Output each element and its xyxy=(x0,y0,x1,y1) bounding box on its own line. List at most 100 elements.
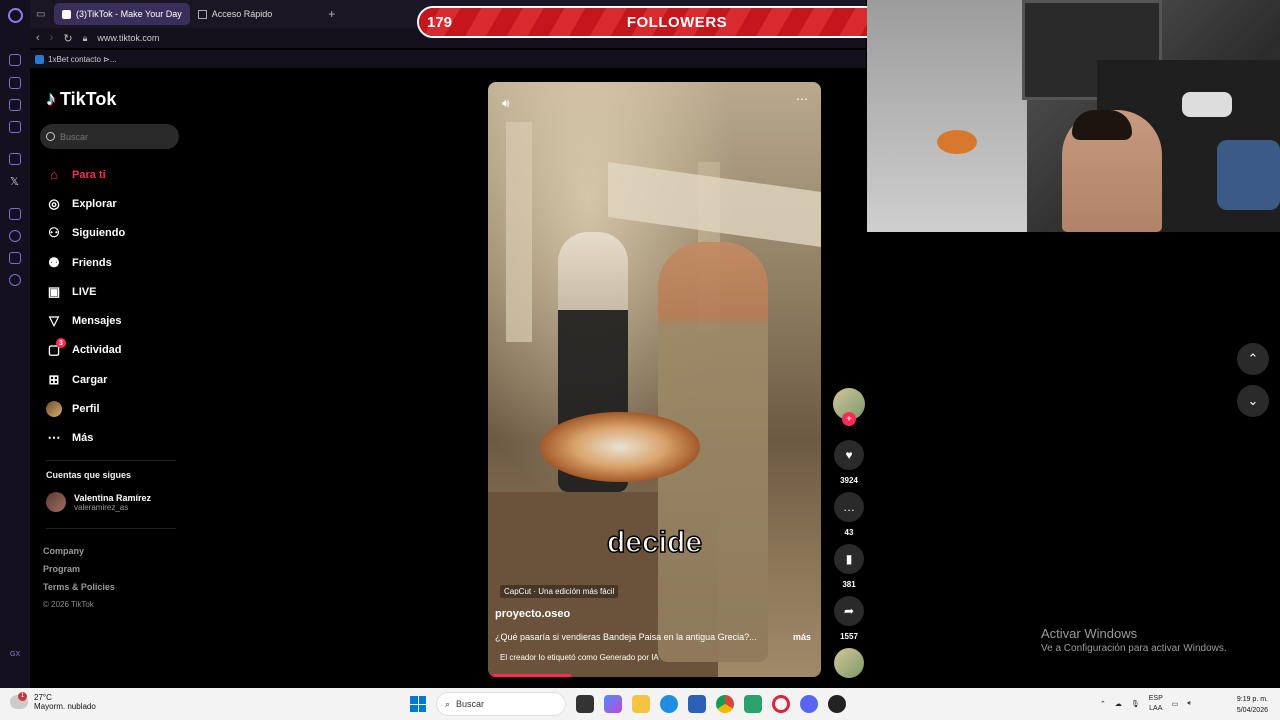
tiktok-favicon-icon xyxy=(62,9,71,19)
footer-link-program[interactable]: Program xyxy=(43,560,115,578)
discord-icon[interactable] xyxy=(800,695,818,713)
sidebar-bag-icon[interactable] xyxy=(9,77,21,89)
following-handle: valeramirez_as xyxy=(74,502,129,512)
comment-button[interactable]: … 43 xyxy=(832,492,866,537)
nav-explorar[interactable]: ◎ Explorar xyxy=(46,189,186,218)
tab-tiktok[interactable]: (3)TikTok - Make Your Day xyxy=(54,3,190,25)
tab-label: Acceso Rápido xyxy=(211,9,273,19)
microphone-icon[interactable]: 🎙︎ xyxy=(1131,700,1140,708)
home-icon: ⌂ xyxy=(50,167,58,183)
nav-label: Siguiendo xyxy=(72,227,126,240)
forward-icon[interactable]: › xyxy=(50,32,54,44)
weather-desc: Mayorm. nublado xyxy=(34,702,96,711)
webcam-person-hair xyxy=(1072,110,1132,140)
tab-islands-icon[interactable]: ▭ xyxy=(36,9,54,20)
share-button[interactable]: ➦ 1557 xyxy=(832,596,866,641)
network-tray-icon[interactable]: ☁ xyxy=(1115,700,1122,708)
nav-label: Actividad xyxy=(72,344,122,357)
url-field[interactable]: www.tiktok.com xyxy=(97,33,159,43)
following-item[interactable]: Valentina Ramírez valeramirez_as xyxy=(46,492,151,512)
video-progress-bar[interactable] xyxy=(488,674,572,677)
volume-icon[interactable]: 🔉︎ xyxy=(1187,700,1191,708)
sidebar-gx-icon[interactable]: GX xyxy=(10,651,20,658)
clock[interactable]: 9:19 p. m. 5/04/2026 xyxy=(1228,694,1268,716)
lang-code: ESP xyxy=(1148,695,1163,702)
more-description-button[interactable]: más xyxy=(793,632,811,642)
activate-windows-watermark: Activar Windows Ve a Configuración para … xyxy=(1041,626,1227,654)
nav-label: Explorar xyxy=(72,197,117,210)
sidebar-cube-icon[interactable] xyxy=(9,252,21,264)
windows-start-icon[interactable] xyxy=(410,696,426,712)
nav-label: Mensajes xyxy=(72,315,122,328)
next-video-button[interactable]: ⌄ xyxy=(1237,385,1269,417)
sidebar-speed-dial-icon[interactable] xyxy=(9,54,21,66)
search-box[interactable] xyxy=(40,124,179,149)
nav-siguiendo[interactable]: ⚇ Siguiendo xyxy=(46,219,186,248)
nav-live[interactable]: ▣ LIVE xyxy=(46,277,186,306)
spreadsheet-icon[interactable] xyxy=(744,695,762,713)
copilot-icon[interactable] xyxy=(604,695,622,713)
like-button[interactable]: ♥ 3924 xyxy=(832,440,866,485)
nav-cargar[interactable]: ⊞ Cargar xyxy=(46,365,186,394)
weather-widget[interactable]: 1 27°C Mayorm. nublado xyxy=(10,692,96,711)
more-icon: ⋯ xyxy=(47,430,61,446)
tab-acceso-rapido[interactable]: Acceso Rápido xyxy=(190,3,281,25)
sidebar-x-icon[interactable]: 𝕏 xyxy=(10,175,19,188)
search-input[interactable] xyxy=(60,131,170,142)
capcut-tag[interactable]: CapCut · Una edición más fácil xyxy=(500,585,619,598)
opera-gx-icon[interactable] xyxy=(772,695,790,713)
search-icon: ⌕ xyxy=(445,698,451,709)
author-avatar-button[interactable]: + xyxy=(832,388,866,426)
save-button[interactable]: ▮ 381 xyxy=(832,544,866,589)
lang-layout: LAA xyxy=(1149,705,1163,712)
footer-links: Company Program Terms & Policies © 2026 … xyxy=(43,542,115,614)
previous-video-button[interactable]: ⌃ xyxy=(1237,343,1269,375)
back-icon[interactable]: ‹ xyxy=(36,32,40,44)
new-tab-icon[interactable]: + xyxy=(328,7,335,21)
ai-generated-label: El creador lo etiquetó como Generado por… xyxy=(500,653,659,662)
footer-link-company[interactable]: Company xyxy=(43,542,115,560)
opera-logo-icon[interactable] xyxy=(8,8,23,23)
monitor-icon[interactable]: ▭ xyxy=(1172,700,1179,708)
bookmark-item[interactable]: 1xBet contacto ⊳... xyxy=(48,55,117,64)
language-indicator[interactable]: ESP LAA xyxy=(1149,694,1163,714)
store-icon[interactable] xyxy=(688,695,706,713)
more-options-icon[interactable]: ⋯ xyxy=(796,92,809,106)
taskbar-search[interactable]: ⌕ Buscar xyxy=(436,692,566,716)
video-player[interactable]: 🔊︎ ⋯ decide CapCut · Una edición más fác… xyxy=(488,82,821,677)
nav-actividad[interactable]: ▢ 3 Actividad xyxy=(46,336,186,365)
chevron-up-icon[interactable]: ⌃ xyxy=(1100,700,1106,708)
nav-friends[interactable]: ⚉ Friends xyxy=(46,248,186,277)
tab-label: (3)TikTok - Make Your Day xyxy=(76,9,182,19)
bookmark-favicon-icon xyxy=(35,54,44,64)
nav-mensajes[interactable]: ▽ Mensajes xyxy=(46,306,186,335)
activity-badge: 3 xyxy=(56,338,66,349)
footer-link-terms[interactable]: Terms & Policies xyxy=(43,578,115,596)
music-disc-icon[interactable] xyxy=(834,648,864,678)
follow-plus-icon[interactable]: + xyxy=(842,412,856,426)
sidebar-history-icon[interactable] xyxy=(9,230,21,242)
reload-icon[interactable]: ↻ xyxy=(63,32,72,45)
heart-icon: ♥ xyxy=(834,440,864,470)
edge-icon[interactable] xyxy=(660,695,678,713)
sidebar-m-icon[interactable] xyxy=(9,121,21,133)
volume-icon[interactable]: 🔊︎ xyxy=(502,96,510,111)
sidebar-settings-icon[interactable] xyxy=(9,274,21,286)
tiktok-logo[interactable]: ♪ TikTok xyxy=(46,88,116,111)
video-author[interactable]: proyecto.oseo xyxy=(495,608,570,620)
sidebar-twitch-icon[interactable] xyxy=(9,153,21,165)
nav-mas[interactable]: ⋯ Más xyxy=(46,424,186,453)
sidebar-music-icon[interactable] xyxy=(9,208,21,220)
app-icon[interactable] xyxy=(828,695,846,713)
webcam-overlay xyxy=(867,0,1280,232)
nav-label: Perfil xyxy=(72,403,100,416)
nav-para-ti[interactable]: ⌂ Para ti xyxy=(46,160,186,189)
taskbar: 1 27°C Mayorm. nublado ⌕ Buscar ⌃ ☁ 🎙︎ E… xyxy=(0,688,1280,720)
chrome-icon[interactable] xyxy=(716,695,734,713)
nav-label: LIVE xyxy=(72,285,97,298)
sidebar-messenger-icon[interactable] xyxy=(9,99,21,111)
nav-perfil[interactable]: Perfil xyxy=(46,394,186,423)
file-explorer-icon[interactable] xyxy=(632,695,650,713)
task-view-icon[interactable] xyxy=(576,695,594,713)
following-title: Cuentas que sigues xyxy=(46,470,132,480)
